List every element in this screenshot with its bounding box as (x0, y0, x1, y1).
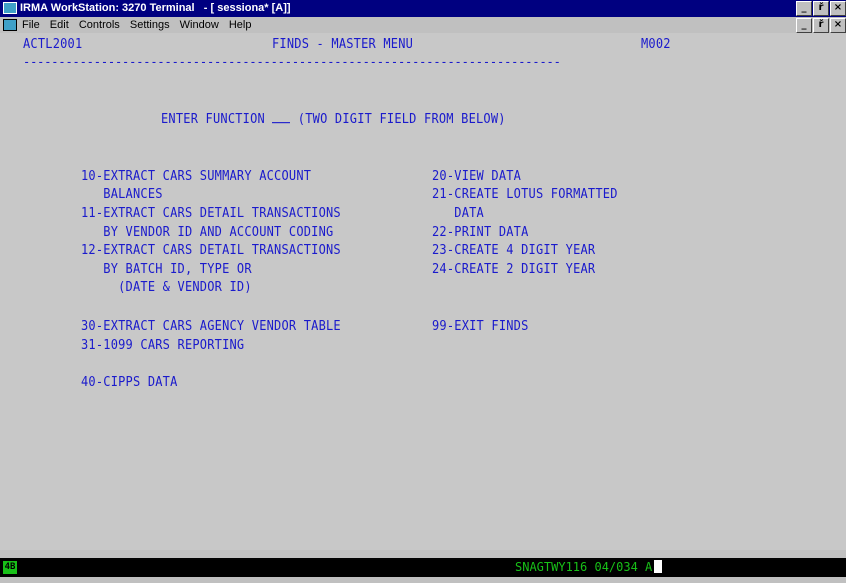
option-10: 10-EXTRACT CARS SUMMARY ACCOUNT (81, 168, 312, 184)
session-info: SNAGTWY116 04/034 A (515, 560, 653, 574)
prompt-label: ENTER FUNCTION (161, 111, 273, 127)
menu-controls[interactable]: Controls (79, 18, 120, 32)
enter-function-prompt: ENTER FUNCTION (TWO DIGIT FIELD FROM BEL… (161, 110, 506, 127)
screen-title: FINDS - MASTER MENU (272, 36, 414, 52)
screen-code: M002 (641, 36, 671, 52)
option-24: 24-CREATE 2 DIGIT YEAR (432, 261, 596, 277)
doc-close-button[interactable]: × (830, 18, 846, 33)
option-12: 12-EXTRACT CARS DETAIL TRANSACTIONS (81, 242, 341, 258)
function-input[interactable] (272, 110, 291, 124)
document-icon[interactable] (3, 19, 17, 31)
menu-settings[interactable]: Settings (130, 18, 170, 32)
status-bottom-strip (0, 577, 846, 583)
session-badge: 4B (3, 561, 17, 574)
option-21: 21-CREATE LOTUS FORMATTED (432, 186, 618, 202)
menu-window[interactable]: Window (180, 18, 219, 32)
menu-help[interactable]: Help (229, 18, 252, 32)
terminal-window: IRMA WorkStation: 3270 Terminal - [ sess… (0, 0, 846, 583)
operator-info-area: 4B SNAGTWY116 04/034 A (0, 558, 846, 577)
document-window-controls: _ ř × (795, 18, 846, 33)
prompt-hint: (TWO DIGIT FIELD FROM BELOW) (290, 111, 506, 127)
option-11: 11-EXTRACT CARS DETAIL TRANSACTIONS (81, 205, 341, 221)
option-40: 40-CIPPS DATA (81, 374, 178, 390)
menu-edit[interactable]: Edit (50, 18, 69, 32)
option-12-cont: BY BATCH ID, TYPE OR (81, 261, 252, 277)
option-10-cont: BALANCES (81, 186, 163, 202)
doc-restore-button[interactable]: ř (813, 18, 829, 33)
cursor-indicator (654, 560, 663, 573)
option-12-cont2: (DATE & VENDOR ID) (81, 279, 252, 295)
header-divider: ----------------------------------------… (23, 54, 561, 70)
option-23: 23-CREATE 4 DIGIT YEAR (432, 242, 596, 258)
minimize-button[interactable]: _ (796, 1, 812, 16)
terminal-screen[interactable]: ACTL2001 FINDS - MASTER MENU M002 ------… (0, 33, 846, 550)
menu-bar: File Edit Controls Settings Window Help … (0, 17, 846, 33)
option-20: 20-VIEW DATA (432, 168, 522, 184)
option-99: 99-EXIT FINDS (432, 318, 529, 334)
option-22: 22-PRINT DATA (432, 224, 529, 240)
program-id: ACTL2001 (23, 36, 83, 52)
option-11-cont: BY VENDOR ID AND ACCOUNT CODING (81, 224, 334, 240)
option-21-cont: DATA (432, 205, 484, 221)
window-controls: _ ř × (795, 1, 846, 16)
app-icon[interactable] (3, 2, 17, 14)
option-31: 31-1099 CARS REPORTING (81, 337, 245, 353)
session-status: SNAGTWY116 04/034 A (515, 559, 663, 576)
option-30: 30-EXTRACT CARS AGENCY VENDOR TABLE (81, 318, 341, 334)
close-button[interactable]: × (830, 1, 846, 16)
restore-button[interactable]: ř (813, 1, 829, 16)
doc-minimize-button[interactable]: _ (796, 18, 812, 33)
status-bar: 4B SNAGTWY116 04/034 A (0, 550, 846, 583)
menu-file[interactable]: File (22, 18, 40, 32)
title-bar[interactable]: IRMA WorkStation: 3270 Terminal - [ sess… (0, 0, 846, 17)
window-title: IRMA WorkStation: 3270 Terminal - [ sess… (20, 2, 291, 14)
